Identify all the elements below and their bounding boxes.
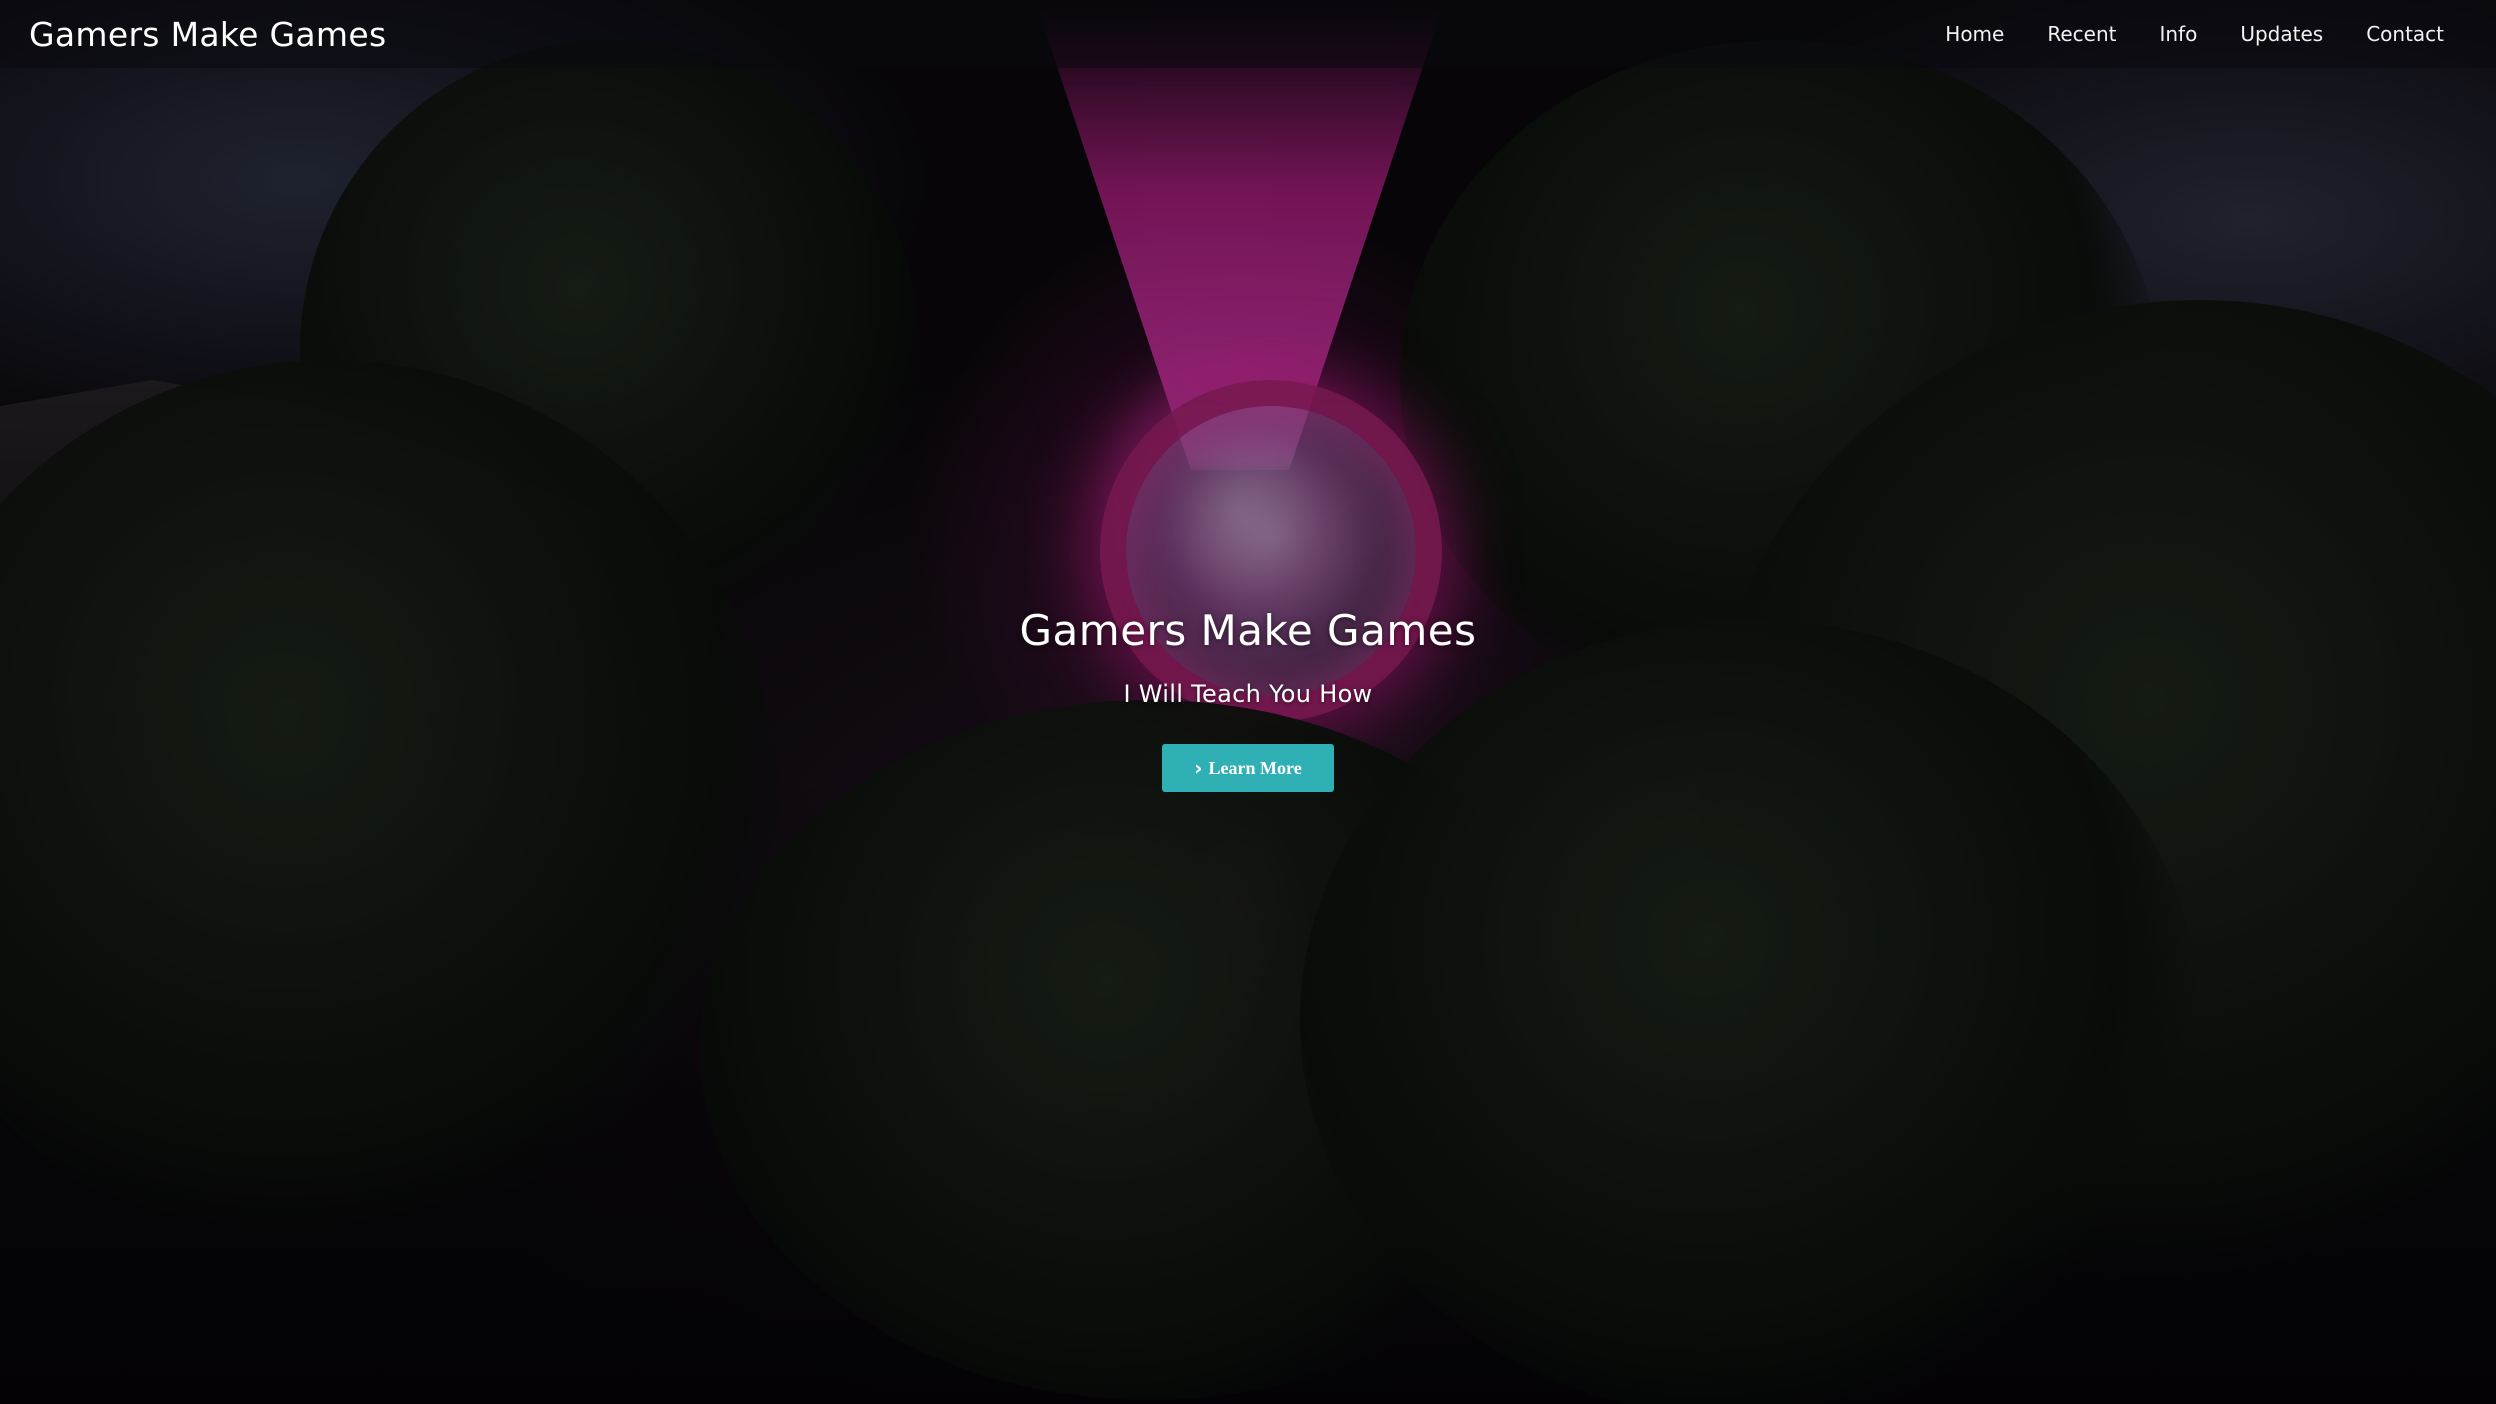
hero-section: Gamers Make Games I Will Teach You How ›… [0,0,2496,1404]
nav-link-contact[interactable]: Contact [2366,22,2444,46]
nav-link-recent[interactable]: Recent [2047,22,2116,46]
hero-subtitle: I Will Teach You How [1123,680,1373,708]
page: Gamers Make Games Home Recent Info Updat… [0,0,2496,1404]
chevron-right-icon: › [1194,756,1203,780]
brand-link[interactable]: Gamers Make Games [29,15,386,54]
nav-links: Home Recent Info Updates Contact [1902,22,2444,46]
nav-link-info[interactable]: Info [2159,22,2197,46]
navbar: Gamers Make Games Home Recent Info Updat… [0,0,2496,68]
hero-title: Gamers Make Games [1019,606,1477,655]
nav-link-updates[interactable]: Updates [2240,22,2323,46]
nav-link-home[interactable]: Home [1945,22,2004,46]
learn-more-label: Learn More [1208,757,1302,778]
learn-more-button[interactable]: › Learn More [1162,744,1334,792]
